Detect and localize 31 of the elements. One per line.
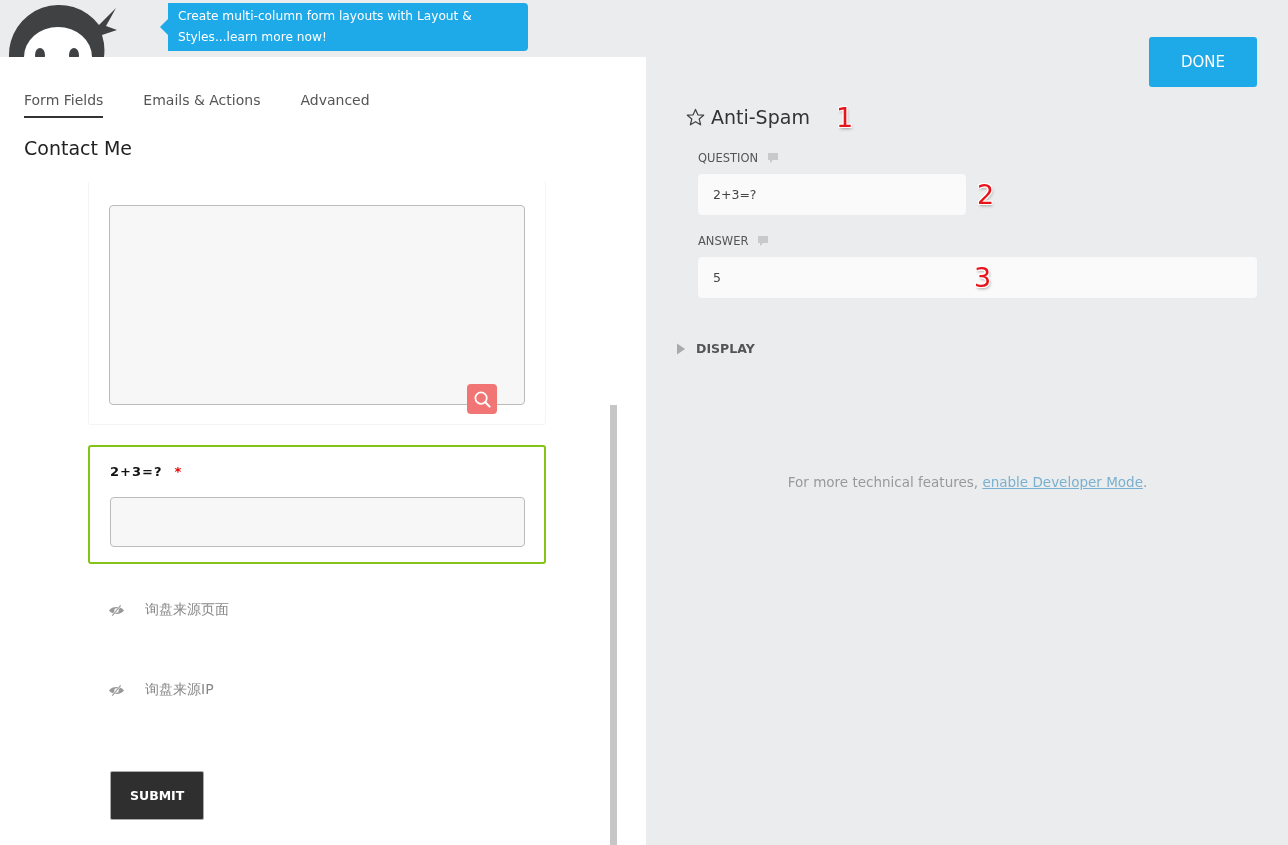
hidden-eye-icon	[108, 603, 125, 617]
hidden-eye-icon	[108, 683, 125, 697]
annotation-number: 3	[974, 264, 992, 291]
search-icon	[472, 389, 492, 409]
settings-title: Anti-Spam	[711, 106, 810, 128]
star-icon[interactable]	[686, 107, 705, 127]
field-label: 2+3=?	[110, 463, 163, 479]
search-button[interactable]	[467, 384, 497, 414]
footer-text: For more technical features, enable Developer Mode.	[786, 474, 1149, 490]
tab[interactable]: Form Fields	[24, 92, 104, 118]
comment-icon[interactable]	[767, 152, 780, 164]
field-card[interactable]	[88, 181, 546, 425]
caret-right-icon[interactable]	[677, 342, 686, 355]
setting-label: ANSWER	[698, 234, 749, 248]
hidden-field-label[interactable]: 询盘来源IP	[145, 681, 214, 699]
tab[interactable]: Emails & Actions	[143, 92, 261, 118]
text-input-field[interactable]	[110, 497, 525, 547]
hidden-field-label[interactable]: 询盘来源页面	[145, 601, 229, 619]
annotation-number: 2	[977, 181, 995, 208]
required-asterisk: *	[174, 463, 182, 479]
section-toggle[interactable]: DISPLAY	[696, 341, 755, 356]
setting-label: QUESTION	[698, 151, 759, 165]
form-title: Contact Me	[24, 137, 134, 159]
annotation-number: 1	[835, 103, 854, 131]
scrollbar-thumb[interactable]	[610, 405, 617, 845]
field-card[interactable]: 2+3=? *	[88, 445, 546, 564]
tab[interactable]: Advanced	[300, 92, 370, 118]
textarea-field[interactable]	[109, 205, 525, 405]
setting-input[interactable]: 2+3=?	[698, 174, 966, 215]
comment-icon[interactable]	[757, 235, 770, 247]
submit-button[interactable]: SUBMIT	[110, 771, 205, 820]
